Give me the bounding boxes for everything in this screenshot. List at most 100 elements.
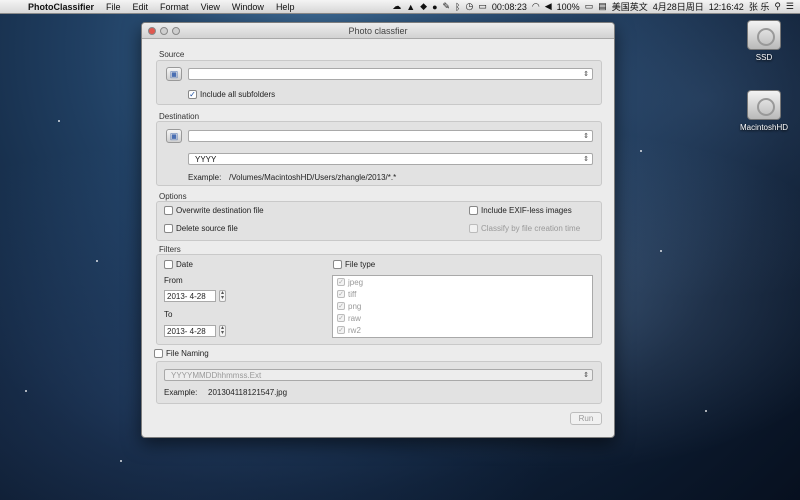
menu-bar: PhotoClassifier File Edit Format View Wi… <box>0 0 800 14</box>
title-bar[interactable]: Photo classfier <box>142 23 614 39</box>
menu-format[interactable]: Format <box>154 2 195 12</box>
destination-pattern-value: YYYY <box>195 155 217 164</box>
destination-path-combobox[interactable]: ⇕ <box>188 130 593 142</box>
checkbox-box <box>469 224 478 233</box>
bluetooth-icon[interactable]: ᛒ <box>455 2 460 12</box>
checkmark-icon: ✓ <box>337 314 345 322</box>
creation-time-checkbox[interactable]: Classify by file creation time <box>469 224 580 233</box>
chevron-updown-icon: ⇕ <box>583 71 589 78</box>
desktop-icon-macintoshhd[interactable]: MacintoshHD <box>734 90 794 132</box>
exif-less-checkbox[interactable]: Include EXIF-less images <box>469 206 572 215</box>
file-type-checkbox[interactable]: File type <box>333 260 375 269</box>
source-folder-button[interactable]: ▣ <box>166 67 182 81</box>
destination-example-label: Example: <box>188 173 222 182</box>
from-date-stepper[interactable]: ▴ ▾ <box>219 290 226 302</box>
list-item[interactable]: ✓ png <box>333 300 592 312</box>
list-item[interactable]: ✓ raw <box>333 312 592 324</box>
checkbox-box <box>469 206 478 215</box>
checkbox-box <box>154 349 163 358</box>
star <box>120 460 122 462</box>
folder-icon: ▣ <box>169 68 179 79</box>
file-naming-example-label: Example: <box>164 388 198 397</box>
window-title: Photo classfier <box>348 25 408 36</box>
overwrite-checkbox[interactable]: Overwrite destination file <box>164 206 264 215</box>
chrome-icon[interactable]: ● <box>432 2 437 12</box>
star <box>58 120 60 122</box>
source-label: Source <box>159 50 185 59</box>
checkbox-box <box>164 224 173 233</box>
from-date-field[interactable]: 2013- 4-28 <box>164 290 216 302</box>
to-date-stepper[interactable]: ▴ ▾ <box>219 325 226 337</box>
include-subfolders-checkbox[interactable]: ✓ Include all subfolders <box>188 90 275 99</box>
destination-folder-button[interactable]: ▣ <box>166 129 182 143</box>
menu-window[interactable]: Window <box>226 2 270 12</box>
star <box>660 250 662 252</box>
checkmark-icon: ✓ <box>188 90 197 99</box>
chevron-updown-icon: ⇕ <box>583 133 589 140</box>
time-display[interactable]: 12:16:42 <box>709 2 744 12</box>
exif-less-label: Include EXIF-less images <box>481 206 572 215</box>
creation-time-label: Classify by file creation time <box>481 224 581 233</box>
options-label: Options <box>159 192 187 201</box>
list-item[interactable]: ✓ rw2 <box>333 324 592 336</box>
file-naming-pattern-select[interactable]: YYYYMMDDhhmmss.Ext ⇕ <box>164 369 593 381</box>
desktop-icon-ssd[interactable]: SSD <box>734 20 794 62</box>
filters-label: Filters <box>159 245 181 254</box>
destination-pattern-select[interactable]: YYYY ⇕ <box>188 153 593 165</box>
google-drive-icon[interactable]: ▲ <box>406 2 415 12</box>
to-label: To <box>164 310 173 319</box>
file-type-raw: raw <box>348 313 361 323</box>
menu-edit[interactable]: Edit <box>127 2 155 12</box>
notification-center-icon[interactable]: ☰ <box>786 1 794 12</box>
chevron-updown-icon: ⇕ <box>583 372 589 379</box>
timer-display[interactable]: 00:08:23 <box>492 2 527 12</box>
desktop-icon-label: MacintoshHD <box>739 123 788 132</box>
checkmark-icon: ✓ <box>337 278 345 286</box>
destination-example-value: /Volumes/MacintoshHD/Users/zhangle/2013/… <box>229 173 397 182</box>
star <box>96 260 98 262</box>
menu-file[interactable]: File <box>100 2 127 12</box>
file-naming-group <box>156 361 602 404</box>
checkmark-icon: ✓ <box>337 290 345 298</box>
hard-drive-icon <box>747 20 781 50</box>
file-type-rw2: rw2 <box>348 325 361 335</box>
run-button[interactable]: Run <box>570 412 602 425</box>
menu-help[interactable]: Help <box>270 2 301 12</box>
timer-icon: ▭ <box>478 1 487 11</box>
source-path-combobox[interactable]: ⇕ <box>188 68 593 80</box>
file-type-tiff: tiff <box>348 289 357 299</box>
status-area: ☁ ▲ ◆ ● ✎ ᛒ ◷ ▭ 00:08:23 ◠ ◀ 100% ▭ ▤ 美国… <box>392 0 800 13</box>
spotlight-icon[interactable]: ⚲ <box>774 1 781 12</box>
user-name[interactable]: 张 乐 <box>749 0 770 13</box>
evernote-icon[interactable]: ✎ <box>443 1 451 12</box>
photo-classifier-window: Photo classfier Source ▣ ⇕ ✓ Include all… <box>141 22 615 438</box>
checkbox-box <box>333 260 342 269</box>
app-menu[interactable]: PhotoClassifier <box>20 2 100 12</box>
dropbox-icon[interactable]: ◆ <box>420 1 427 12</box>
input-source[interactable]: 美国英文 <box>612 0 648 13</box>
file-type-jpeg: jpeg <box>348 277 364 287</box>
file-naming-example-value: 201304118121547.jpg <box>208 388 288 397</box>
chevron-updown-icon: ⇕ <box>583 156 589 163</box>
star <box>25 390 27 392</box>
folder-icon: ▣ <box>169 130 179 141</box>
date-filter-label: Date <box>176 260 193 269</box>
date-filter-checkbox[interactable]: Date <box>164 260 193 269</box>
to-date-field[interactable]: 2013- 4-28 <box>164 325 216 337</box>
delete-source-checkbox[interactable]: Delete source file <box>164 224 238 233</box>
time-machine-icon[interactable]: ◷ <box>465 1 473 12</box>
file-type-list[interactable]: ✓ jpeg ✓ tiff ✓ png ✓ raw ✓ rw2 <box>332 275 593 338</box>
volume-icon[interactable]: ◀ <box>545 1 552 12</box>
wifi-icon[interactable]: ◠ <box>532 1 540 12</box>
date-display[interactable]: 4月28日周日 <box>653 0 704 13</box>
list-item[interactable]: ✓ tiff <box>333 288 592 300</box>
file-naming-checkbox[interactable]: File Naming <box>154 349 209 358</box>
star <box>705 410 707 412</box>
battery-percentage[interactable]: 100% <box>557 2 580 12</box>
checkbox-box <box>164 206 173 215</box>
cloud-icon[interactable]: ☁ <box>392 1 401 12</box>
list-item[interactable]: ✓ jpeg <box>333 276 592 288</box>
menu-view[interactable]: View <box>195 2 226 12</box>
us-flag-icon: ▤ <box>598 1 607 11</box>
hard-drive-icon <box>747 90 781 120</box>
